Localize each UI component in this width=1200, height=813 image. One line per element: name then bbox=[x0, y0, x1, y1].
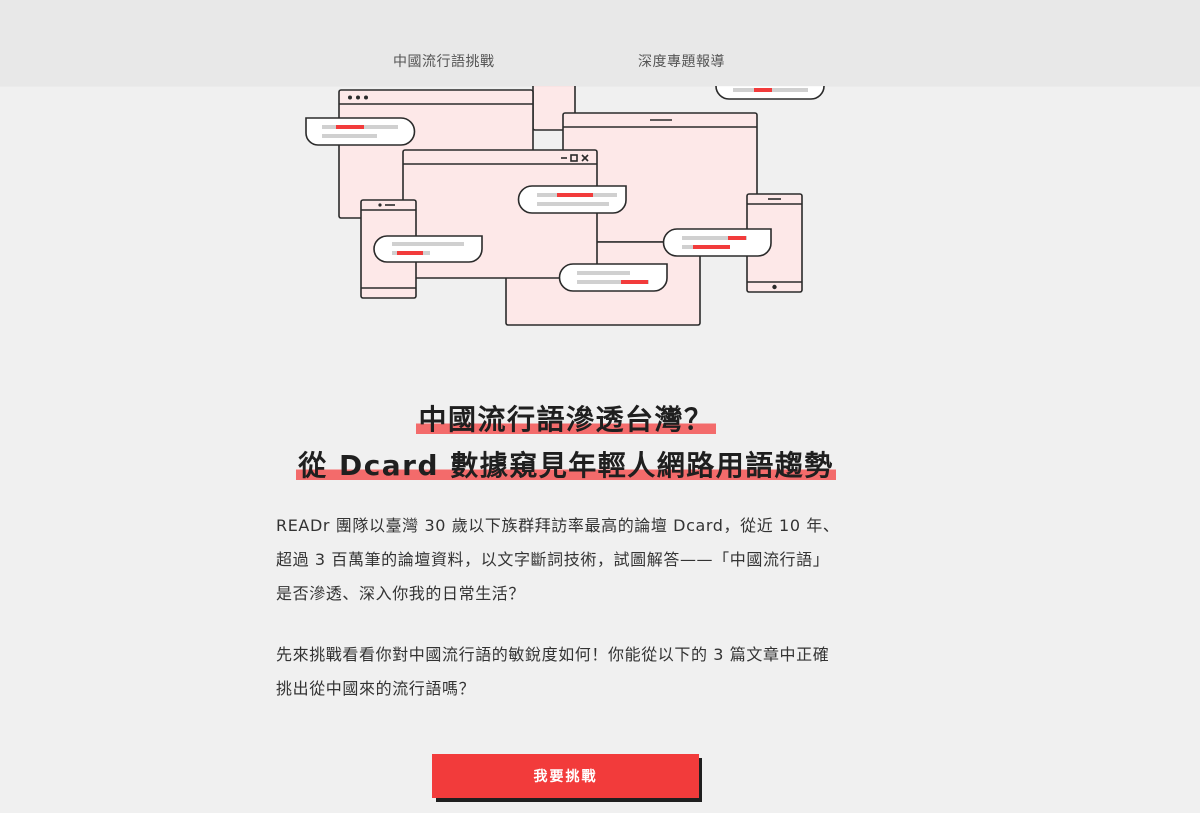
title-line-1: 中國流行語滲透台灣？ bbox=[416, 398, 716, 442]
intro-line: 先來挑戰看看你對中國流行語的敏銳度如何！你能從以下的 3 篇文章中正確 bbox=[276, 645, 830, 664]
landing-page: 中國流行語挑戰 深度專題報導 中國流行語滲透台灣？ 從 Dcard 數據窺見年輕… bbox=[0, 0, 1200, 813]
nav-item-in-depth-report[interactable]: 深度專題報導 bbox=[638, 51, 725, 71]
page-title: 中國流行語滲透台灣？ 從 Dcard 數據窺見年輕人網路用語趨勢 bbox=[0, 398, 1132, 490]
intro-paragraph-2: 先來挑戰看看你對中國流行語的敏銳度如何！你能從以下的 3 篇文章中正確 挑出從中… bbox=[276, 638, 876, 706]
chat-bubble-icon bbox=[373, 235, 483, 263]
intro-line: 挑出從中國來的流行語嗎？ bbox=[276, 679, 476, 698]
chat-bubble-icon bbox=[558, 263, 668, 292]
intro-line: READr 團隊以臺灣 30 歲以下族群拜訪率最高的論壇 Dcard，從近 10… bbox=[276, 516, 840, 535]
intro-line: 是否滲透、深入你我的日常生活？ bbox=[276, 584, 526, 603]
title-line-2: 從 Dcard 數據窺見年輕人網路用語趨勢 bbox=[296, 444, 836, 488]
intro-paragraph-1: READr 團隊以臺灣 30 歲以下族群拜訪率最高的論壇 Dcard，從近 10… bbox=[276, 509, 876, 611]
start-challenge-button[interactable]: 我要挑戰 bbox=[432, 754, 699, 798]
intro-line: 超過 3 百萬筆的論壇資料，以文字斷詞技術，試圖解答——「中國流行語」 bbox=[276, 550, 830, 569]
nav-item-china-slang-challenge[interactable]: 中國流行語挑戰 bbox=[393, 51, 495, 71]
top-nav: 中國流行語挑戰 深度專題報導 bbox=[0, 0, 1200, 86]
cta-container: 我要挑戰 bbox=[432, 754, 704, 802]
chat-bubble-icon bbox=[305, 117, 416, 146]
chat-bubble-icon bbox=[517, 185, 627, 214]
chat-bubble-icon bbox=[662, 228, 772, 257]
